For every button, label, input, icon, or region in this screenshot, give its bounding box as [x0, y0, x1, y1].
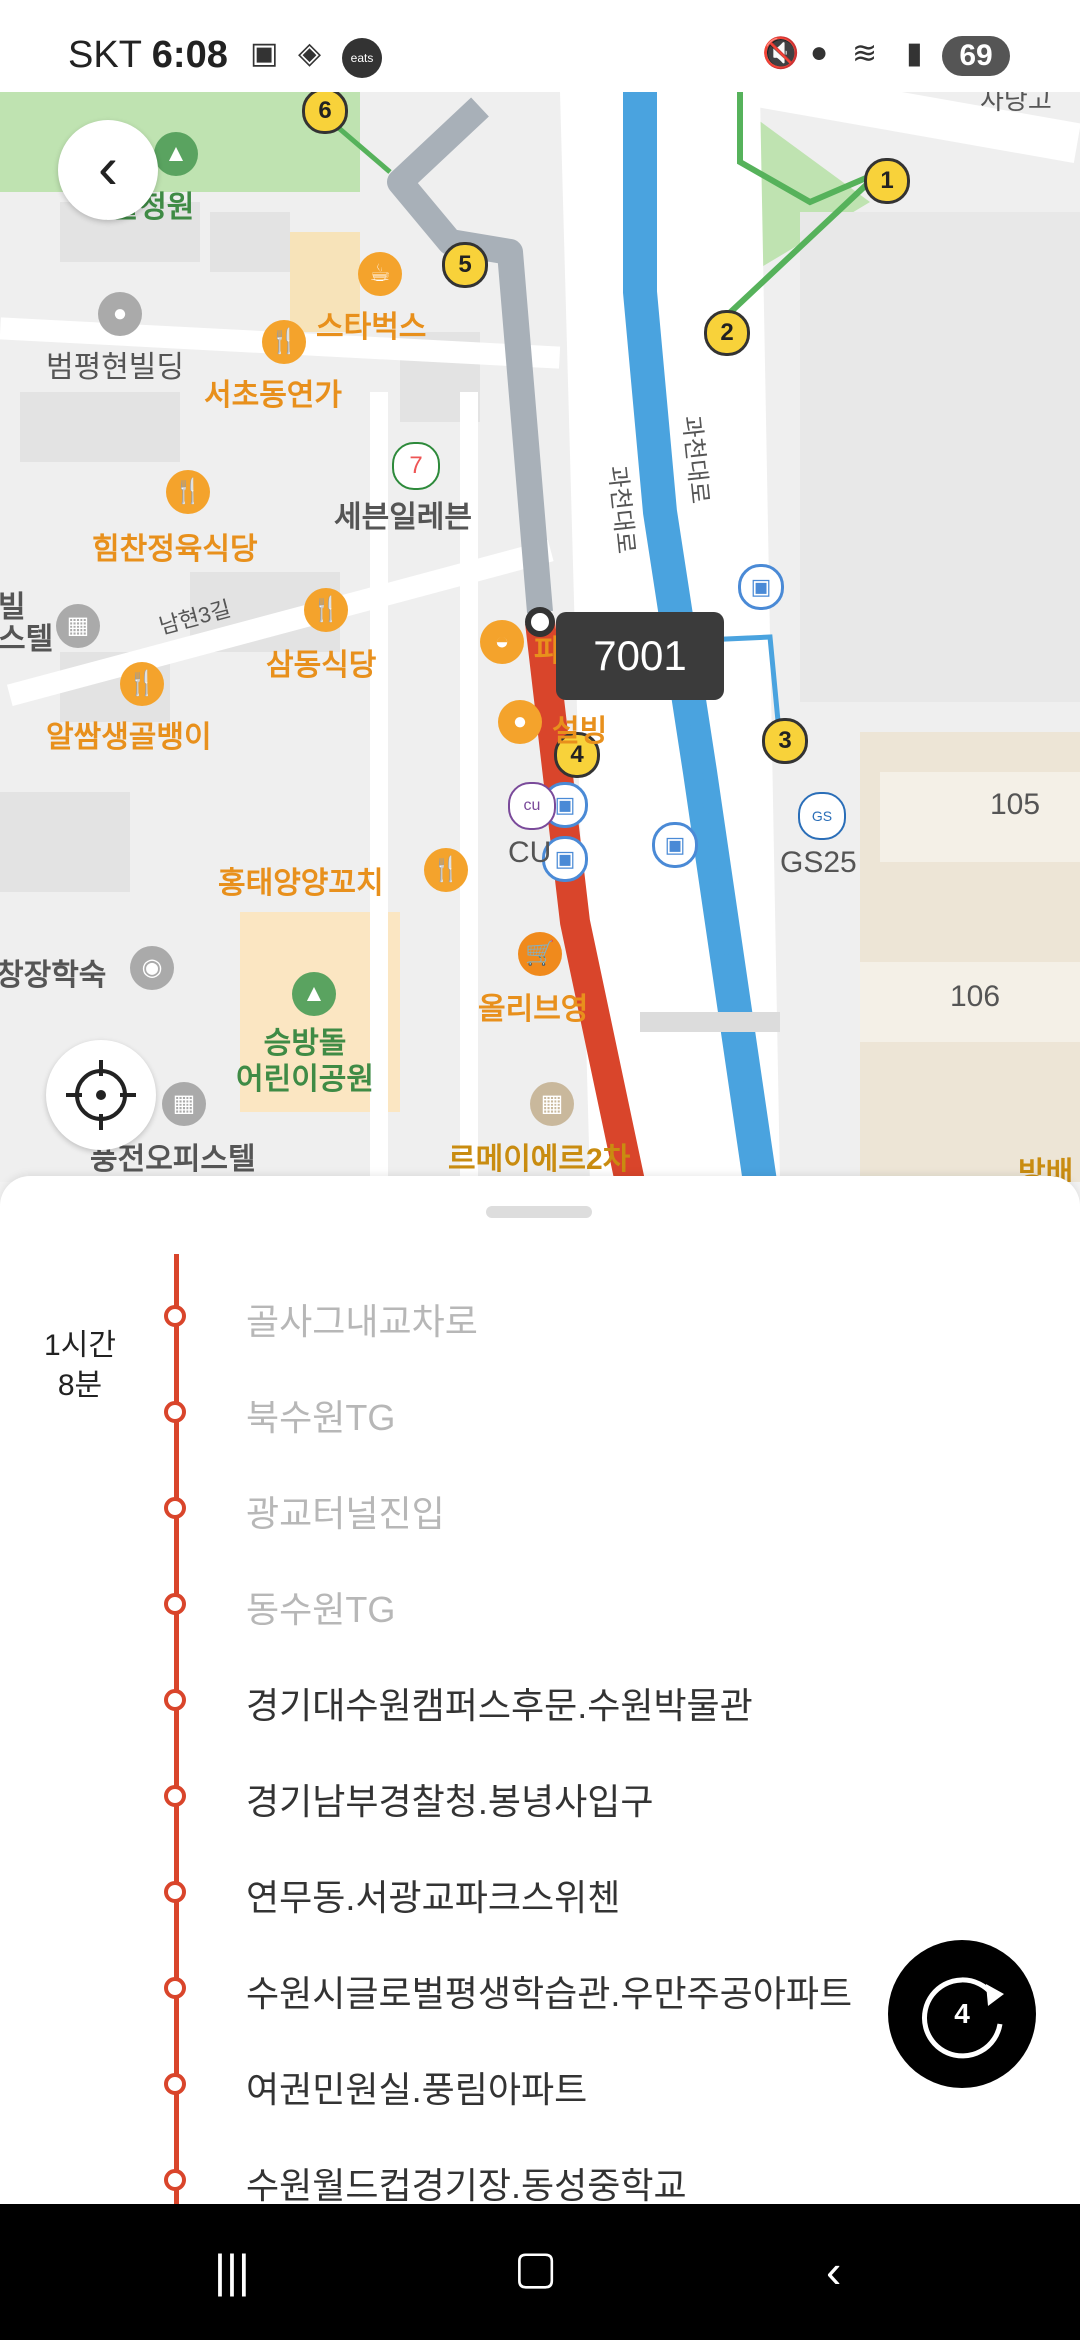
chevron-left-icon: ‹	[98, 134, 118, 201]
stop-marker	[164, 2073, 186, 2095]
restaurant-icon: 🍴	[120, 662, 164, 706]
sheet-drag-handle[interactable]	[486, 1206, 592, 1218]
park-icon: ▲	[292, 972, 336, 1016]
route-marker-3[interactable]: 3	[762, 718, 808, 764]
stop-row[interactable]: 경기대수원캠퍼스후문.수원박물관	[0, 1651, 1080, 1747]
map-view[interactable]: 6 1 2 5 3 4 ▣ ▣ ▣ ▣ ▲ 예술정원 ☕ 스타벅스 ● 범평현빌…	[0, 92, 1080, 1182]
current-location-button[interactable]	[46, 1040, 156, 1150]
refresh-count: 4	[954, 1998, 970, 2029]
stop-marker	[164, 1497, 186, 1519]
mute-icon: 🔇	[762, 37, 800, 70]
stop-marker	[164, 1401, 186, 1423]
poi-park[interactable]: 승방돌 어린이공원	[236, 1026, 374, 1098]
stop-name: 골사그내교차로	[246, 1301, 478, 1342]
lodging-icon: ◉	[130, 946, 174, 990]
poi-top-right[interactable]: 사당고	[980, 92, 1052, 117]
stop-name: 경기남부경찰청.봉녕사입구	[246, 1781, 654, 1822]
battery-indicator: 69	[942, 36, 1010, 76]
restaurant-icon: 🍴	[304, 588, 348, 632]
crosshair-icon	[66, 1060, 136, 1130]
stop-name: 수원월드컵경기장.동성중학교	[246, 2165, 687, 2204]
gs25-store-icon: GS	[798, 792, 846, 840]
cafe-icon: ☕	[358, 252, 402, 296]
stop-row[interactable]: 골사그내교차로	[0, 1267, 1080, 1363]
building-icon: ▦	[162, 1082, 206, 1126]
building-icon: ●	[98, 292, 142, 336]
status-bar: SKT 6:08 ▣ ◈ eats 🔇 ● ≋ ▮ 69	[0, 0, 1080, 92]
clock: 6:08	[151, 34, 228, 76]
poi-sulbing[interactable]: 설빙	[552, 706, 607, 750]
stop-row[interactable]: 동수원TG	[0, 1555, 1080, 1651]
route-marker-6[interactable]: 6	[302, 92, 348, 134]
poi-seocho-dong[interactable]: 서초동연가	[204, 370, 342, 414]
stop-name: 동수원TG	[246, 1589, 396, 1630]
apartment-icon: ▦	[530, 1082, 574, 1126]
stop-marker	[164, 1305, 186, 1327]
signal-icon: ▮	[906, 37, 923, 70]
building-icon: ▦	[56, 604, 100, 648]
convenience-store-icon: 7	[392, 442, 440, 490]
restaurant-icon: 🍴	[166, 470, 210, 514]
bakery-icon: ◒	[480, 620, 524, 664]
stop-name: 북수원TG	[246, 1397, 396, 1438]
stop-name: 경기대수원캠퍼스후문.수원박물관	[246, 1685, 753, 1726]
poi-gs25[interactable]: GS25	[780, 846, 857, 880]
refresh-button[interactable]: 4	[888, 1940, 1036, 2088]
back-button[interactable]: ‹	[58, 120, 158, 220]
stop-row[interactable]: 북수원TG	[0, 1363, 1080, 1459]
route-marker-1[interactable]: 1	[864, 158, 910, 204]
poi-starbucks[interactable]: 스타벅스	[316, 302, 426, 346]
bus-stop-icon[interactable]: ▣	[738, 564, 784, 610]
poi-olive-young[interactable]: 올리브영	[478, 984, 588, 1028]
shopping-icon: 🛒	[518, 932, 562, 976]
route-number-tooltip[interactable]: 7001	[556, 612, 724, 700]
bus-stop-icon[interactable]: ▣	[652, 822, 698, 868]
poi-building[interactable]: 범평현빌딩	[46, 342, 184, 386]
stop-marker	[164, 1977, 186, 1999]
restaurant-icon: 🍴	[262, 320, 306, 364]
stop-row[interactable]: 경기남부경찰청.봉녕사입구	[0, 1747, 1080, 1843]
poi-restaurant-3[interactable]: 알쌈생골뱅이	[46, 712, 212, 756]
stop-name: 여권민원실.풍림아파트	[246, 2069, 588, 2110]
poi-lemeier[interactable]: 르메이에르2차	[448, 1134, 630, 1178]
poi-lodging[interactable]: 창장학숙	[0, 950, 106, 994]
route-marker-2[interactable]: 2	[704, 310, 750, 356]
stop-name: 광교터널진입	[246, 1493, 445, 1534]
poi-cu[interactable]: CU	[508, 836, 551, 870]
stop-marker	[164, 1785, 186, 1807]
stop-name: 수원시글로벌평생학습관.우만주공아파트	[246, 1973, 853, 2014]
poi-officetel-left[interactable]: 빌 스텔	[0, 592, 53, 656]
park-icon: ▲	[154, 132, 198, 176]
nav-back-button[interactable]: ‹	[826, 2244, 841, 2298]
carrier-label: SKT	[68, 34, 142, 76]
poi-restaurant-2[interactable]: 삼동식당	[266, 640, 376, 684]
stop-marker	[164, 1593, 186, 1615]
stop-row[interactable]: 연무동.서광교파크스위첸	[0, 1843, 1080, 1939]
wifi-icon: ≋	[852, 37, 878, 70]
restaurant-icon: 🍴	[424, 848, 468, 892]
stop-marker	[164, 2169, 186, 2191]
stop-row[interactable]: 수원월드컵경기장.동성중학교	[0, 2131, 1080, 2204]
app-notification-icon: ◈	[298, 37, 322, 70]
screenshot-icon: ▣	[250, 37, 279, 70]
route-marker-5[interactable]: 5	[442, 242, 488, 288]
apartment-106[interactable]: 106	[950, 980, 1000, 1014]
stop-marker	[164, 1881, 186, 1903]
location-icon: ●	[810, 36, 829, 69]
eats-badge: eats	[342, 38, 382, 78]
dessert-icon: ●	[498, 700, 542, 744]
stop-marker	[164, 1689, 186, 1711]
poi-skewer[interactable]: 홍태양양꼬치	[218, 858, 384, 902]
recent-apps-button[interactable]: |||	[214, 2244, 250, 2298]
stop-name: 연무동.서광교파크스위첸	[246, 1877, 621, 1918]
poi-seven-eleven[interactable]: 세븐일레븐	[334, 492, 472, 536]
system-nav-bar: ||| ▢ ‹	[0, 2204, 1080, 2340]
stop-row[interactable]: 광교터널진입	[0, 1459, 1080, 1555]
home-button[interactable]: ▢	[514, 2240, 557, 2294]
apartment-105[interactable]: 105	[990, 788, 1040, 822]
poi-restaurant-1[interactable]: 힘찬정육식당	[92, 524, 258, 568]
cu-store-icon: cu	[508, 782, 556, 830]
